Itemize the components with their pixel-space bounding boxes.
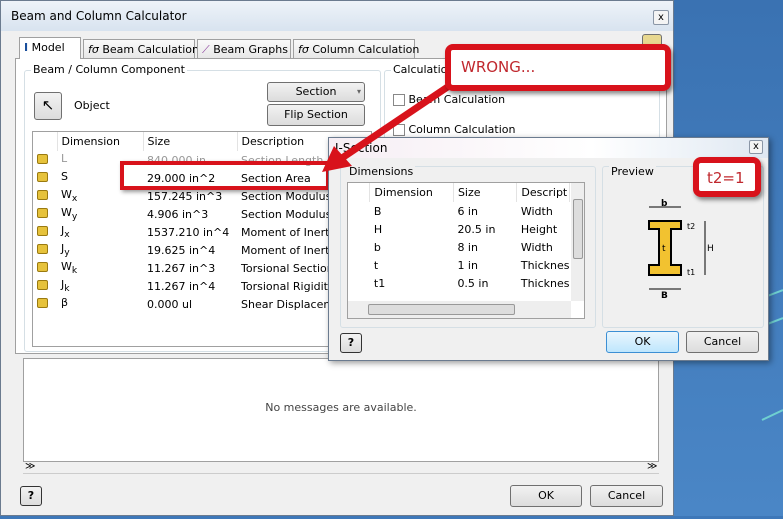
i-beam-icon: I (24, 41, 29, 54)
wrong-callout: WRONG... (445, 44, 671, 91)
t2-callout: t2=1 (693, 157, 761, 197)
tab-model[interactable]: I Model (19, 37, 81, 59)
